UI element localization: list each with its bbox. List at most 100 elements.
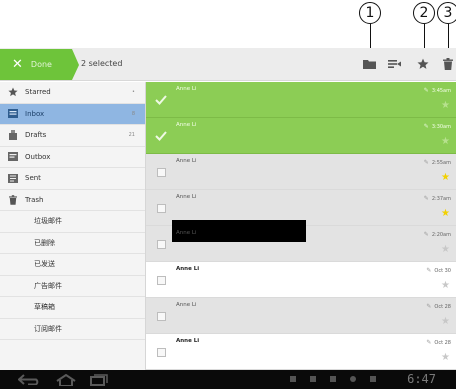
home-icon[interactable] (56, 373, 76, 386)
star-toggle-icon[interactable]: ★ (441, 209, 450, 219)
sidebar-folder-deleted[interactable]: 已删除 (0, 233, 145, 254)
sidebar-item-count: 21 (128, 132, 135, 139)
star-toggle-icon[interactable]: ★ (441, 101, 450, 111)
message-time: ✎ 2:37am (423, 195, 451, 202)
message-sender: Anne Li (176, 302, 197, 308)
sidebar-item-label: Sent (25, 174, 41, 183)
callout-3: 3 (437, 2, 456, 24)
notification-icon (370, 376, 376, 382)
message-row[interactable]: Anne Li ✎ 2:20am ★ (146, 220, 456, 262)
message-checkbox[interactable] (157, 240, 166, 249)
sidebar-item-inbox[interactable]: Inbox 8 (0, 103, 145, 125)
message-sender: Anne Li (176, 338, 200, 344)
sidebar-folder-label: 草稿箱 (34, 303, 55, 312)
done-notch (72, 49, 79, 80)
star-toggle-icon[interactable]: ★ (441, 137, 450, 147)
message-checkbox[interactable] (157, 348, 166, 357)
message-row[interactable]: Anne Li ✎ 3:45am ★ (146, 82, 456, 118)
checkmark-icon[interactable] (154, 92, 168, 106)
sidebar-folder-label: 广告邮件 (34, 281, 62, 290)
message-row[interactable]: Anne Li ✎ Oct 28 ★ (146, 298, 456, 334)
attachment-icon: ✎ (423, 87, 429, 94)
message-time: ✎ 2:20am (423, 231, 451, 238)
label-icon[interactable] (384, 54, 404, 74)
message-sender: Anne Li (176, 86, 197, 92)
message-time: ✎ Oct 30 (426, 267, 451, 274)
message-time: ✎ 3:45am (423, 87, 451, 94)
message-sender: Anne Li (176, 158, 197, 164)
done-button[interactable]: ✕ Done (0, 49, 79, 80)
sidebar-item-label: Outbox (25, 152, 51, 161)
message-sender: Anne Li (176, 230, 197, 236)
notification-icon (330, 376, 336, 382)
star-toggle-icon[interactable]: ★ (441, 317, 450, 327)
message-time: ✎ Oct 28 (426, 339, 451, 346)
sidebar-item-label: Starred (25, 88, 51, 97)
star-icon[interactable] (413, 54, 433, 74)
sidebar-item-sent[interactable]: Sent (0, 168, 145, 190)
sidebar-item-trash[interactable]: Trash (0, 190, 145, 211)
sidebar-item-label: Inbox (25, 109, 45, 118)
message-sender: Anne Li (176, 122, 197, 128)
clock: 6:47 (407, 372, 436, 386)
checkmark-icon[interactable] (154, 128, 168, 142)
sidebar-item-starred[interactable]: Starred • (0, 82, 145, 104)
star-icon (8, 87, 18, 97)
sent-icon (8, 173, 18, 183)
sidebar-folder-label: 订阅邮件 (34, 324, 62, 333)
sidebar-item-drafts[interactable]: Drafts 21 (0, 125, 145, 147)
folder-sidebar: Starred • Inbox 8 Drafts 21 Outbox Sent … (0, 82, 146, 370)
sidebar-folder-spam[interactable]: 垃圾邮件 (0, 211, 145, 233)
message-checkbox[interactable] (157, 168, 166, 177)
message-time: ✎ Oct 28 (426, 303, 451, 310)
attachment-icon: ✎ (423, 123, 429, 130)
message-row[interactable]: Anne Li ✎ 3:30am ★ (146, 118, 456, 154)
star-toggle-icon[interactable]: ★ (441, 173, 450, 183)
callout-1: 1 (359, 2, 381, 24)
sidebar-folder-label: 垃圾邮件 (34, 217, 62, 226)
folder-icon[interactable] (359, 54, 379, 74)
trash-icon[interactable] (438, 54, 456, 74)
drafts-icon (8, 130, 18, 141)
sidebar-folder-label: 已删除 (34, 238, 55, 247)
notification-icon (350, 376, 356, 382)
notification-icon (290, 376, 296, 382)
back-icon[interactable] (18, 373, 40, 386)
inbox-icon (8, 109, 18, 119)
star-toggle-icon[interactable]: ★ (441, 353, 450, 363)
sidebar-item-count: • (132, 89, 135, 96)
done-label: Done (30, 60, 52, 69)
message-sender: Anne Li (176, 194, 197, 200)
outbox-icon (8, 152, 18, 162)
attachment-icon: ✎ (426, 303, 432, 310)
sidebar-folder-drafts[interactable]: 草稿箱 (0, 297, 145, 319)
sidebar-folder-subscriptions[interactable]: 订阅邮件 (0, 319, 145, 340)
action-bar: ✕ Done 2 selected (0, 48, 456, 81)
selected-count: 2 selected (81, 59, 123, 68)
recent-apps-icon[interactable] (90, 373, 108, 386)
attachment-icon: ✎ (423, 159, 429, 166)
sidebar-folder-sent[interactable]: 已发送 (0, 254, 145, 276)
attachment-icon: ✎ (423, 231, 429, 238)
message-row[interactable]: Anne Li ✎ Oct 30 ★ (146, 262, 456, 298)
message-time: ✎ 3:30am (423, 123, 451, 130)
message-row[interactable]: Anne Li ✎ Oct 28 ★ (146, 334, 456, 370)
message-checkbox[interactable] (157, 312, 166, 321)
message-checkbox[interactable] (157, 276, 166, 285)
message-sender: Anne Li (176, 266, 200, 272)
trash-icon (8, 194, 18, 205)
star-toggle-icon[interactable]: ★ (441, 245, 450, 255)
sidebar-folder-ads[interactable]: 广告邮件 (0, 276, 145, 297)
star-toggle-icon[interactable]: ★ (441, 281, 450, 291)
notification-icon (310, 376, 316, 382)
message-row[interactable]: Anne Li ✎ 2:55am ★ (146, 154, 456, 190)
callout-2: 2 (413, 2, 435, 24)
attachment-icon: ✎ (426, 267, 432, 274)
message-checkbox[interactable] (157, 204, 166, 213)
screen: 1 2 3 ✕ Done 2 selected Starred • Inbox … (0, 0, 456, 389)
attachment-icon: ✎ (426, 339, 432, 346)
message-time: ✎ 2:55am (423, 159, 451, 166)
sidebar-item-label: Trash (25, 195, 44, 204)
sidebar-item-outbox[interactable]: Outbox (0, 147, 145, 168)
sidebar-folder-label: 已发送 (34, 260, 55, 269)
